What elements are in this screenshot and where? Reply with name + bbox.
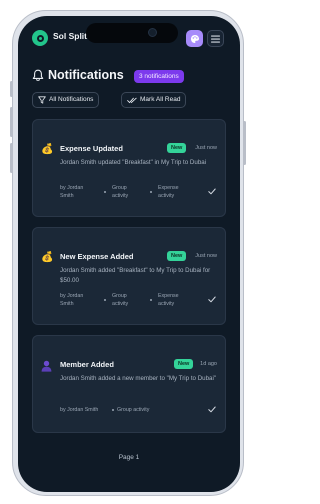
notification-card[interactable]: 💰 Expense Updated New Just now Jordan Sm… [32, 119, 226, 217]
phone-volume-up [10, 107, 13, 137]
new-badge: New [174, 359, 194, 369]
phone-frame: Sol Splitter Notifications 3 notificatio… [10, 10, 246, 496]
mark-all-read-label: Mark All Read [140, 96, 181, 103]
notification-type: Expense activity [158, 293, 179, 307]
notification-time: Just now [195, 253, 217, 259]
notification-title: Expense Updated [60, 144, 123, 153]
meta-separator [150, 191, 152, 193]
meta-separator [112, 409, 114, 411]
notification-card[interactable]: Member Added New 1d ago Jordan Smith add… [32, 335, 226, 433]
notification-title: New Expense Added [60, 252, 134, 261]
palette-icon [190, 34, 199, 43]
phone-power-button [243, 121, 246, 165]
meta-separator [104, 191, 106, 193]
meta-separator [150, 299, 152, 301]
notification-scope: Group activity [117, 407, 150, 413]
dynamic-island [86, 23, 178, 43]
notification-title: Member Added [60, 360, 114, 369]
filter-icon [38, 96, 46, 104]
person-icon [41, 360, 52, 372]
money-bag-icon: 💰 [41, 144, 54, 155]
camera-icon [148, 28, 157, 37]
pagination-label: Page 1 [118, 454, 140, 461]
notification-type: Expense activity [158, 185, 179, 199]
notification-card[interactable]: 💰 New Expense Added New Just now Jordan … [32, 227, 226, 325]
mark-read-check-icon[interactable] [208, 296, 216, 303]
app-screen: Sol Splitter Notifications 3 notificatio… [18, 16, 240, 492]
mark-read-check-icon[interactable] [208, 188, 216, 195]
notification-scope: Group activity [112, 185, 129, 199]
notification-time: Just now [195, 145, 217, 151]
page-title: Notifications [48, 68, 124, 82]
new-badge: New [167, 143, 187, 153]
notification-author: by Jordan Smith [60, 185, 84, 199]
app-logo-icon[interactable] [32, 30, 48, 46]
hamburger-icon [211, 35, 220, 43]
notification-message: Jordan Smith added a new member to "My T… [60, 375, 217, 382]
notification-count-badge: 3 notifications [134, 70, 184, 83]
notification-scope: Group activity [112, 293, 129, 307]
menu-button[interactable] [207, 30, 224, 47]
notification-time: 1d ago [200, 361, 217, 367]
new-badge: New [167, 251, 187, 261]
meta-separator [104, 299, 106, 301]
all-notifications-label: All Notifications [49, 96, 94, 103]
mark-all-read-button[interactable]: Mark All Read [121, 92, 187, 108]
notification-message: Jordan Smith updated "Breakfast" in My T… [60, 159, 207, 166]
mark-read-check-icon[interactable] [208, 406, 216, 413]
bell-icon [32, 69, 44, 81]
all-notifications-filter-button[interactable]: All Notifications [32, 92, 100, 108]
double-check-icon [127, 97, 137, 103]
notification-author: by Jordan Smith [60, 293, 84, 307]
notification-author: by Jordan Smith [60, 407, 99, 413]
notification-message: Jordan Smith added "Breakfast" to My Tri… [60, 267, 211, 284]
theme-palette-button[interactable] [186, 30, 203, 47]
phone-side-button [10, 81, 13, 97]
money-bag-icon: 💰 [41, 252, 54, 263]
phone-volume-down [10, 143, 13, 173]
